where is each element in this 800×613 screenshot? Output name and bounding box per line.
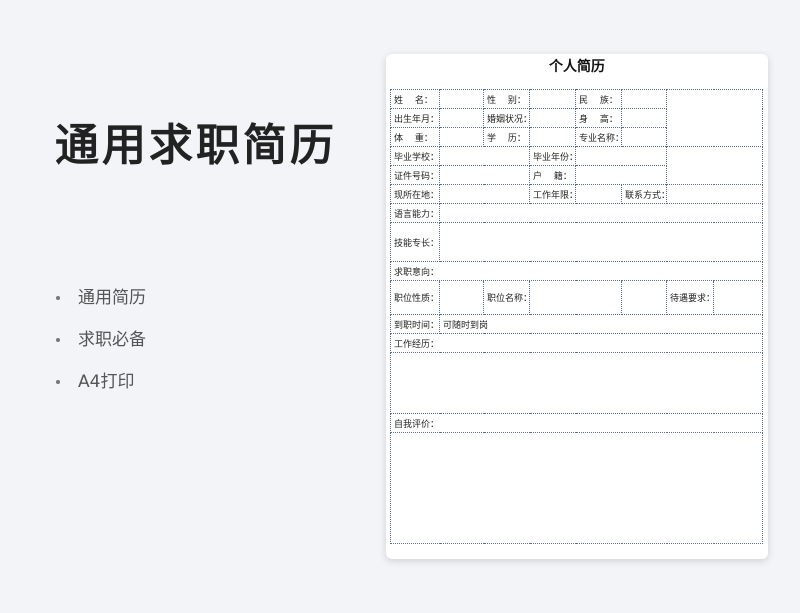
resume-title: 个人简历: [549, 59, 605, 75]
ethnicity-label: 民 族：: [575, 89, 622, 109]
feature-item: 求职必备: [56, 325, 146, 367]
height-field[interactable]: [621, 108, 667, 128]
resume-table: 姓 名： 性 别： 民 族： 出生年月： 婚姻状况： 身 高： 体 重： 学 历…: [390, 89, 763, 544]
gender-label: 性 别：: [483, 89, 530, 109]
promo-title: 通用求职简历: [55, 120, 337, 171]
major-label: 专业名称：: [575, 127, 622, 147]
experience-field[interactable]: [390, 352, 763, 414]
education-field[interactable]: [529, 127, 576, 147]
marital-field[interactable]: [529, 108, 576, 128]
name-label: 姓 名：: [390, 89, 440, 109]
language-field[interactable]: [439, 203, 763, 223]
table-row: 自我评价：: [390, 413, 763, 433]
hukou-field[interactable]: [575, 165, 667, 185]
contact-label: 联系方式：: [621, 184, 667, 204]
bullet-icon: [56, 338, 60, 342]
table-row: 技能专长：: [390, 222, 763, 262]
table-row: 现所在地： 工作年限： 联系方式：: [390, 184, 763, 204]
job-type-label: 职位性质：: [390, 280, 440, 315]
photo-extension-cell[interactable]: [666, 146, 763, 185]
table-row: [390, 352, 763, 414]
feature-item: 通用简历: [56, 283, 146, 325]
skills-label: 技能专长：: [390, 222, 440, 262]
grad-year-field[interactable]: [575, 146, 667, 166]
table-row: 到职时间： 可随时到岗: [390, 314, 763, 334]
job-title-label: 职位名称：: [483, 280, 530, 315]
job-type-field[interactable]: [439, 280, 484, 315]
skills-field[interactable]: [439, 222, 763, 262]
salary-label: 待遇要求：: [666, 280, 714, 315]
feature-list: 通用简历 求职必备 A4打印: [56, 283, 146, 409]
experience-label: 工作经历：: [390, 333, 763, 353]
hukou-label: 户 籍：: [529, 165, 576, 185]
grad-year-label: 毕业年份：: [529, 146, 576, 166]
birth-label: 出生年月：: [390, 108, 440, 128]
major-field[interactable]: [621, 127, 667, 147]
bullet-icon: [56, 380, 60, 384]
weight-field[interactable]: [439, 127, 484, 147]
feature-label: 通用简历: [78, 288, 146, 308]
location-label: 现所在地：: [390, 184, 440, 204]
table-row: 求职意向：: [390, 261, 763, 281]
id-number-field[interactable]: [439, 165, 530, 185]
id-number-label: 证件号码：: [390, 165, 440, 185]
location-field[interactable]: [439, 184, 530, 204]
weight-label: 体 重：: [390, 127, 440, 147]
table-row: 工作经历：: [390, 333, 763, 353]
school-label: 毕业学校：: [390, 146, 440, 166]
feature-label: A4打印: [78, 372, 135, 392]
table-row: 语言能力：: [390, 203, 763, 223]
height-label: 身 高：: [575, 108, 622, 128]
language-label: 语言能力：: [390, 203, 440, 223]
table-row: 姓 名： 性 别： 民 族：: [390, 89, 763, 147]
feature-item: A4打印: [56, 367, 146, 409]
school-field[interactable]: [439, 146, 530, 166]
start-time-value[interactable]: 可随时到岗: [439, 314, 763, 334]
bullet-icon: [56, 296, 60, 300]
work-years-label: 工作年限：: [529, 184, 576, 204]
spacer-cell: [621, 280, 667, 315]
start-time-label: 到职时间：: [390, 314, 440, 334]
feature-label: 求职必备: [78, 330, 146, 350]
ethnicity-field[interactable]: [621, 89, 667, 109]
job-title-field[interactable]: [529, 280, 622, 315]
birth-field[interactable]: [439, 108, 484, 128]
resume-preview: 个人简历 姓 名： 性 别： 民 族： 出生年月： 婚姻状况： 身 高： 体 重…: [386, 54, 768, 559]
self-eval-field[interactable]: [390, 432, 763, 544]
work-years-field[interactable]: [575, 184, 622, 204]
intention-label: 求职意向：: [390, 261, 763, 281]
salary-field[interactable]: [713, 280, 763, 315]
gender-field[interactable]: [529, 89, 576, 109]
contact-field[interactable]: [666, 184, 763, 204]
photo-cell[interactable]: [666, 89, 763, 147]
table-row: 职位性质： 职位名称： 待遇要求：: [390, 280, 763, 315]
name-field[interactable]: [439, 89, 484, 109]
marital-label: 婚姻状况：: [483, 108, 530, 128]
table-row: [390, 432, 763, 544]
self-eval-label: 自我评价：: [390, 413, 763, 433]
table-row: 毕业学校： 毕业年份：: [390, 146, 763, 185]
education-label: 学 历：: [483, 127, 530, 147]
